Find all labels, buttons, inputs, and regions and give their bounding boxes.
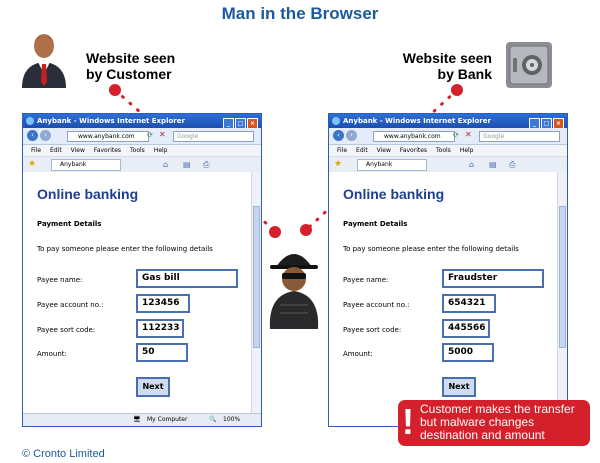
stop-icon[interactable]: ✕ [465, 130, 472, 139]
amount-label: Amount: [343, 350, 373, 358]
print-icon[interactable]: ⎙ [509, 157, 515, 172]
home-icon[interactable]: ⌂ [469, 157, 474, 172]
menu-help[interactable]: Help [460, 147, 474, 154]
window-titlebar: Anybank - Windows Internet Explorer _ □ × [23, 114, 261, 129]
refresh-icon[interactable]: ⟳ [147, 131, 153, 139]
home-icon[interactable]: ⌂ [163, 157, 168, 172]
page-heading: Online banking [343, 186, 445, 202]
payee-name-label: Payee name: [343, 276, 389, 284]
forward-icon[interactable]: › [40, 130, 51, 141]
payee-account-label: Payee account no.: [37, 301, 104, 309]
scrollbar-thumb[interactable] [253, 206, 260, 348]
menu-file[interactable]: File [31, 147, 41, 154]
search-input[interactable]: Google [479, 131, 560, 142]
menu-edit[interactable]: Edit [356, 147, 368, 154]
section-title: Payment Details [343, 220, 408, 228]
payee-sort-code-label: Payee sort code: [343, 326, 402, 334]
payee-sort-code-field[interactable]: 445566 [442, 319, 490, 338]
page-content: Online banking Payment Details To pay so… [329, 172, 557, 426]
page-heading: Online banking [37, 186, 139, 202]
stop-icon[interactable]: ✕ [159, 130, 166, 139]
alert-message: Customer makes the transfer but malware … [420, 402, 575, 442]
copyright-notice: © Cronto Limited [22, 448, 105, 460]
amount-field[interactable]: 5000 [442, 343, 494, 362]
malware-alert: ! Customer makes the transfer but malwar… [398, 400, 590, 446]
status-zone: My Computer [147, 416, 188, 423]
bank-link-dot [451, 84, 463, 96]
payee-account-label: Payee account no.: [343, 301, 410, 309]
customer-link-dot [109, 84, 121, 96]
payee-sort-code-label: Payee sort code: [37, 326, 96, 334]
scrollbar-thumb[interactable] [559, 206, 566, 348]
status-zoom[interactable]: 100% [223, 414, 240, 426]
status-bar: 🖥 My Computer 🔍 100% [23, 413, 261, 426]
menu-edit[interactable]: Edit [50, 147, 62, 154]
amount-label: Amount: [37, 350, 67, 358]
section-title: Payment Details [37, 220, 102, 228]
payee-account-field[interactable]: 123456 [136, 294, 190, 313]
favorites-bar: ★ Anybank ⌂ ▤ ⎙ [329, 157, 567, 173]
scrollbar[interactable] [251, 172, 261, 414]
feeds-icon[interactable]: ▤ [489, 157, 497, 172]
menu-favorites[interactable]: Favorites [94, 147, 121, 154]
payee-sort-code-field[interactable]: 112233 [136, 319, 184, 338]
back-icon[interactable]: ‹ [27, 130, 38, 141]
payee-name-field[interactable]: Fraudster [442, 269, 544, 288]
feeds-icon[interactable]: ▤ [183, 157, 191, 172]
tab-anybank[interactable]: Anybank [357, 159, 427, 171]
page-content: Online banking Payment Details To pay so… [23, 172, 251, 414]
attacker-left-dot [269, 226, 281, 238]
ie-icon [26, 117, 34, 125]
next-button[interactable]: Next [442, 377, 476, 397]
url-field[interactable]: www.anybank.com [373, 131, 455, 142]
menu-view[interactable]: View [71, 147, 85, 154]
favorites-star-icon[interactable]: ★ [28, 160, 36, 169]
address-bar: ‹ › www.anybank.com ⟳ ✕ Google [23, 128, 261, 145]
url-field[interactable]: www.anybank.com [67, 131, 149, 142]
payee-name-label: Payee name: [37, 276, 83, 284]
bank-browser-window: Anybank - Windows Internet Explorer _ □ × … [328, 113, 568, 427]
instructions: To pay someone please enter the followin… [37, 245, 213, 253]
amount-field[interactable]: 50 [136, 343, 188, 362]
menu-tools[interactable]: Tools [436, 147, 451, 154]
window-titlebar: Anybank - Windows Internet Explorer _ □ × [329, 114, 567, 129]
menu-bar: File Edit View Favorites Tools Help [329, 145, 567, 157]
favorites-star-icon[interactable]: ★ [334, 160, 342, 169]
zoom-icon[interactable]: 🔍 [209, 414, 216, 426]
scrollbar[interactable] [557, 172, 567, 426]
address-bar: ‹ › www.anybank.com ⟳ ✕ Google [329, 128, 567, 145]
menu-help[interactable]: Help [154, 147, 168, 154]
next-button[interactable]: Next [136, 377, 170, 397]
payee-name-field[interactable]: Gas bill [136, 269, 238, 288]
menu-tools[interactable]: Tools [130, 147, 145, 154]
ie-icon [332, 117, 340, 125]
customer-browser-window: Anybank - Windows Internet Explorer _ □ × … [22, 113, 262, 427]
favorites-bar: ★ Anybank ⌂ ▤ ⎙ [23, 157, 261, 173]
computer-icon: 🖥 [133, 416, 141, 423]
attacker-right-dot [300, 224, 312, 236]
exclamation-icon: ! [402, 401, 414, 442]
print-icon[interactable]: ⎙ [203, 157, 209, 172]
forward-icon[interactable]: › [346, 130, 357, 141]
search-input[interactable]: Google [173, 131, 254, 142]
menu-bar: File Edit View Favorites Tools Help [23, 145, 261, 157]
attacker-icon [269, 254, 319, 329]
menu-favorites[interactable]: Favorites [400, 147, 427, 154]
refresh-icon[interactable]: ⟳ [453, 131, 459, 139]
menu-file[interactable]: File [337, 147, 347, 154]
menu-view[interactable]: View [377, 147, 391, 154]
instructions: To pay someone please enter the followin… [343, 245, 519, 253]
payee-account-field[interactable]: 654321 [442, 294, 496, 313]
tab-anybank[interactable]: Anybank [51, 159, 121, 171]
back-icon[interactable]: ‹ [333, 130, 344, 141]
